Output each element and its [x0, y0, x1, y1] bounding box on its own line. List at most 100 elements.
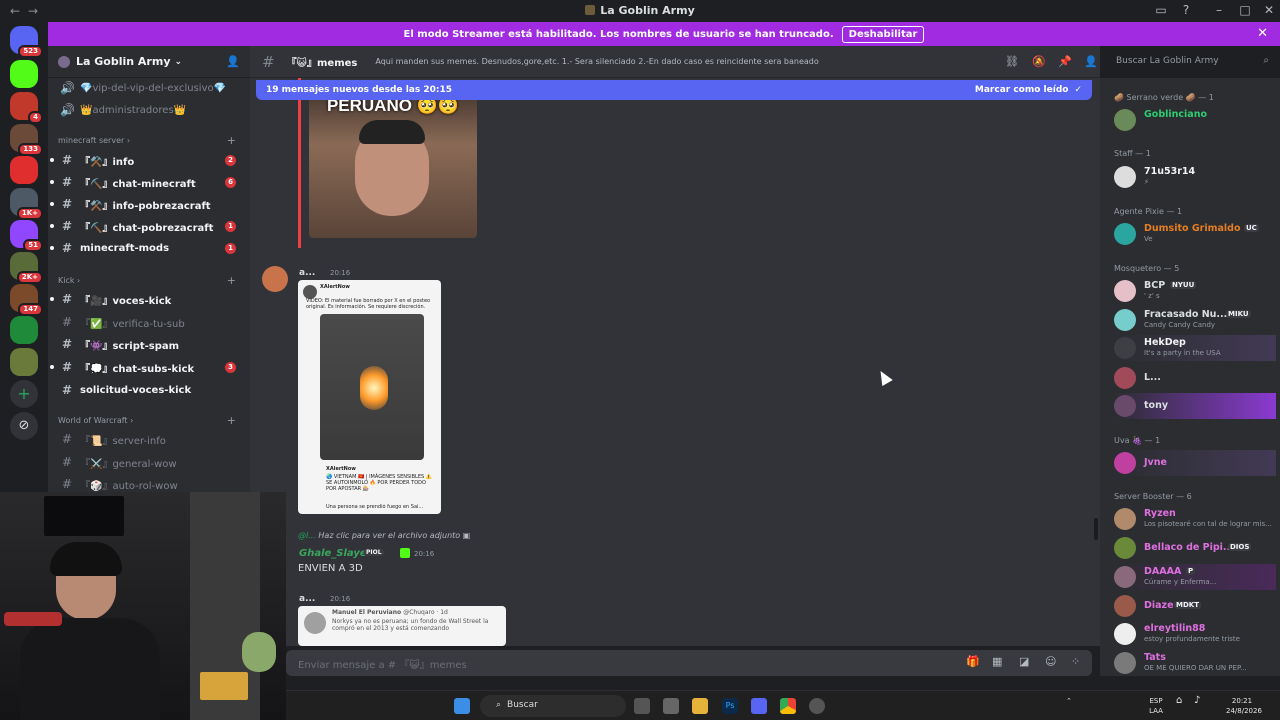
add-channel-icon[interactable]: +	[227, 274, 236, 287]
app-icon[interactable]	[663, 698, 679, 714]
volume-icon[interactable]: ♪	[1194, 696, 1200, 706]
disable-streamer-button[interactable]: Deshabilitar	[841, 25, 925, 43]
channel-chat-pobrezacraft[interactable]: # 『⛏️』chat-pobrezacraft 1	[50, 216, 246, 236]
language-indicator[interactable]: ESP LAA	[1146, 696, 1166, 716]
file-explorer-icon[interactable]	[692, 698, 708, 714]
member-item[interactable]: Goblinciano	[1114, 107, 1276, 133]
apps-icon[interactable]: ⁘	[1071, 655, 1080, 668]
channel-info[interactable]: # 『⚒️』info 2	[50, 150, 246, 170]
channel-chat-subs-kick[interactable]: # 『💭』chat-subs-kick 3	[50, 357, 246, 377]
channel-info-pobrezacraft[interactable]: # 『⚒️』info-pobrezacraft	[50, 194, 246, 214]
server-4[interactable]	[10, 156, 38, 184]
tweet-screenshot[interactable]: XAlertNow VIDEO: El material fue borrado…	[298, 280, 441, 514]
category-minecraft[interactable]: minecraft server › +	[58, 134, 242, 147]
explore-icon[interactable]: ⊘	[10, 412, 38, 440]
sticker-icon[interactable]: ◪	[1019, 655, 1029, 668]
member-item[interactable]: Diaze MDKT	[1114, 593, 1276, 619]
home-server[interactable]: 523	[10, 26, 43, 58]
threads-icon[interactable]: ⛓	[1005, 55, 1019, 68]
channel-admins[interactable]: 🔊 👑administradores👑	[56, 100, 246, 120]
server-7[interactable]: 147	[10, 284, 43, 316]
guild-header[interactable]: La Goblin Army ⌄ 👤	[48, 46, 250, 78]
clock[interactable]: 20:21 24/8/2026	[1226, 696, 1262, 716]
windows-start-icon[interactable]	[454, 698, 470, 714]
category-kick[interactable]: Kick › +	[58, 274, 242, 287]
emoji-icon[interactable]: ☺	[1045, 655, 1056, 668]
add-channel-icon[interactable]: +	[227, 414, 236, 427]
member-item[interactable]: BCP NYUU ' z' s	[1114, 278, 1276, 304]
meme-image-1[interactable]: PERUANO 🥺🥺	[309, 82, 477, 238]
notifications-icon[interactable]: 🔕	[1032, 55, 1046, 68]
channel-general-wow[interactable]: # 『⚔️』general-wow	[56, 452, 246, 472]
add-member-icon[interactable]: 👤	[226, 55, 240, 68]
add-channel-icon[interactable]: +	[227, 134, 236, 147]
message-author[interactable]: a...	[299, 594, 315, 604]
help-icon[interactable]: ?	[1177, 3, 1195, 17]
message-author[interactable]: Ghale_Slayer	[299, 548, 372, 559]
avatar[interactable]	[262, 266, 288, 292]
channel-verifica[interactable]: # 『✅』verifica-tu-sub	[56, 312, 246, 332]
server-2[interactable]: 4	[10, 92, 43, 124]
channel-minecraft-mods[interactable]: # minecraft-mods 1	[50, 238, 246, 258]
gift-icon[interactable]: 🎁	[966, 655, 980, 668]
member-status: estoy profundamente triste	[1144, 635, 1240, 643]
maximize-icon[interactable]: □	[1236, 3, 1254, 17]
task-view-icon[interactable]	[634, 698, 650, 714]
channel-topic[interactable]: Aqui manden sus memes. Desnudos,gore,etc…	[375, 57, 818, 66]
channel-server-info[interactable]: # 『📜』server-info	[56, 429, 246, 449]
member-item[interactable]: Dumsito Grimaldo ... UC Ve	[1114, 221, 1276, 247]
channel-auto-rol[interactable]: # 『🎲』auto-rol-wow	[56, 474, 246, 494]
channel-voces-kick[interactable]: # 『🎥』voces-kick	[50, 289, 246, 309]
photoshop-icon[interactable]: Ps	[722, 698, 738, 714]
server-5[interactable]: 1K+	[10, 188, 43, 220]
category-wow[interactable]: World of Warcraft › +	[58, 414, 242, 427]
taskbar-search[interactable]: ⌕ Buscar	[480, 695, 626, 717]
member-item[interactable]: tony	[1114, 393, 1276, 419]
member-item[interactable]: Bellaco de Pipi... DIOS	[1114, 535, 1276, 561]
pin-icon[interactable]: 📌	[1058, 55, 1072, 68]
member-item[interactable]: HekDep It's a party in the USA	[1114, 335, 1276, 361]
member-item[interactable]: 71u53r14 ⚡	[1114, 164, 1276, 190]
new-messages-bar[interactable]: 19 mensajes nuevos desde las 20:15 Marca…	[256, 80, 1092, 100]
channel-vip[interactable]: 🔊 💎vip-del-vip-del-exclusivo💎	[56, 78, 246, 98]
member-item[interactable]: L...	[1114, 365, 1276, 391]
scrollbar[interactable]	[1094, 518, 1098, 540]
reply-reference[interactable]: @l... Haz clic para ver el archivo adjun…	[298, 531, 470, 540]
channel-chat-minecraft[interactable]: # 『⛏️』chat-minecraft 6	[50, 172, 246, 192]
app-icon-2[interactable]	[809, 698, 825, 714]
language-1: ESP	[1149, 697, 1163, 705]
gif-icon[interactable]: ▦	[992, 655, 1002, 668]
member-item[interactable]: Tats OE ME QUIERO DAR UN PEP...	[1114, 650, 1276, 676]
chrome-icon[interactable]	[780, 698, 796, 714]
server-goblin[interactable]: 2K+	[10, 252, 43, 284]
member-item[interactable]: Ryzen Los pisotearé con tal de lograr mis…	[1114, 506, 1276, 532]
channel-solicitud[interactable]: # solicitud-voces-kick	[56, 380, 246, 400]
tweet-screenshot-2[interactable]: Manuel El Peruviano @Chuqaro · 1d Norkys…	[298, 606, 506, 646]
server-3[interactable]: 133	[10, 124, 43, 156]
server-kick[interactable]	[10, 60, 38, 88]
member-item[interactable]: elreytilin88 estoy profundamente triste	[1114, 621, 1276, 647]
close-banner-icon[interactable]: ✕	[1257, 26, 1268, 41]
member-item[interactable]: Fracasado Nu... MIKU Candy Candy Candy	[1114, 307, 1276, 333]
members-icon[interactable]: 👤	[1084, 55, 1098, 68]
wifi-icon[interactable]: ⌂	[1176, 696, 1182, 706]
minimize-icon[interactable]: –	[1210, 3, 1228, 17]
mark-as-read-button[interactable]: Marcar como leído	[975, 85, 1069, 95]
channel-script-spam[interactable]: # 『👾』script-spam	[56, 334, 246, 354]
message-text: ENVIEN A 3D	[298, 563, 363, 574]
server-9[interactable]	[10, 348, 38, 376]
member-item[interactable]: DAAAA P Cúrame y Enferma...	[1114, 564, 1276, 590]
inbox-icon[interactable]: ▭	[1152, 3, 1170, 17]
server-8[interactable]	[10, 316, 38, 344]
member-item[interactable]: Jvne	[1114, 450, 1276, 476]
member-status: Candy Candy Candy	[1144, 321, 1216, 329]
server-twitch[interactable]: 51	[10, 220, 43, 252]
tray-chevron-icon[interactable]: ⌃	[1066, 696, 1072, 706]
window-close-icon[interactable]: ✕	[1260, 3, 1278, 17]
add-server-icon[interactable]: +	[10, 380, 38, 408]
discord-taskbar-icon[interactable]	[751, 698, 767, 714]
message-input[interactable]: Enviar mensaje a # 『😺』memes 🎁 ▦ ◪ ☺ ⁘	[286, 650, 1092, 676]
search-input[interactable]: Buscar La Goblin Army ⌕	[1110, 52, 1274, 72]
message-author[interactable]: a...	[299, 268, 315, 278]
member-group-header: Mosquetero — 5	[1114, 264, 1180, 273]
